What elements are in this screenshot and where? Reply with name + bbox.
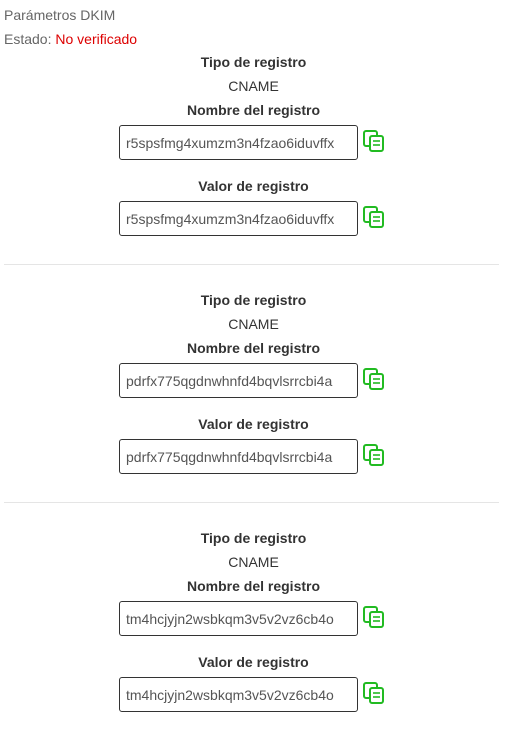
record-value-row	[0, 201, 507, 236]
record-value-label: Valor de registro	[198, 178, 309, 194]
record-name-label: Nombre del registro	[186, 578, 321, 594]
record-value-row	[0, 439, 507, 474]
dkim-record-3: Tipo de registro CNAME Nombre del regist…	[0, 529, 507, 712]
record-divider	[4, 502, 499, 503]
dkim-record-2: Tipo de registro CNAME Nombre del regist…	[0, 291, 507, 474]
record-name-label: Nombre del registro	[186, 102, 321, 118]
copy-icon[interactable]	[362, 681, 386, 705]
record-type-value: CNAME	[228, 554, 279, 570]
record-value-label: Valor de registro	[198, 416, 309, 432]
dkim-record-1: Tipo de registro CNAME Nombre del regist…	[0, 53, 507, 236]
record-value-input[interactable]	[119, 201, 358, 236]
record-value-input[interactable]	[119, 677, 358, 712]
record-name-input[interactable]	[119, 125, 358, 160]
copy-icon[interactable]	[362, 605, 386, 629]
record-value-input[interactable]	[119, 439, 358, 474]
page-title: Parámetros DKIM	[4, 7, 116, 23]
record-divider	[4, 264, 499, 265]
copy-icon[interactable]	[362, 367, 386, 391]
record-name-input[interactable]	[119, 363, 358, 398]
record-name-row	[0, 125, 507, 160]
record-name-row	[0, 363, 507, 398]
record-type-label: Tipo de registro	[200, 292, 307, 308]
record-type-value: CNAME	[228, 78, 279, 94]
copy-icon[interactable]	[362, 443, 386, 467]
record-name-row	[0, 601, 507, 636]
record-type-label: Tipo de registro	[200, 54, 307, 70]
record-value-label: Valor de registro	[198, 654, 309, 670]
record-value-row	[0, 677, 507, 712]
copy-icon[interactable]	[362, 205, 386, 229]
record-name-input[interactable]	[119, 601, 358, 636]
record-name-label: Nombre del registro	[186, 340, 321, 356]
status-label: Estado:	[4, 31, 52, 47]
status-badge: No verificado	[55, 31, 138, 47]
dkim-header: Parámetros DKIM Estado: No verificado	[0, 0, 507, 48]
status-line: Estado: No verificado	[4, 30, 503, 48]
record-type-label: Tipo de registro	[200, 530, 307, 546]
record-type-value: CNAME	[228, 316, 279, 332]
copy-icon[interactable]	[362, 129, 386, 153]
